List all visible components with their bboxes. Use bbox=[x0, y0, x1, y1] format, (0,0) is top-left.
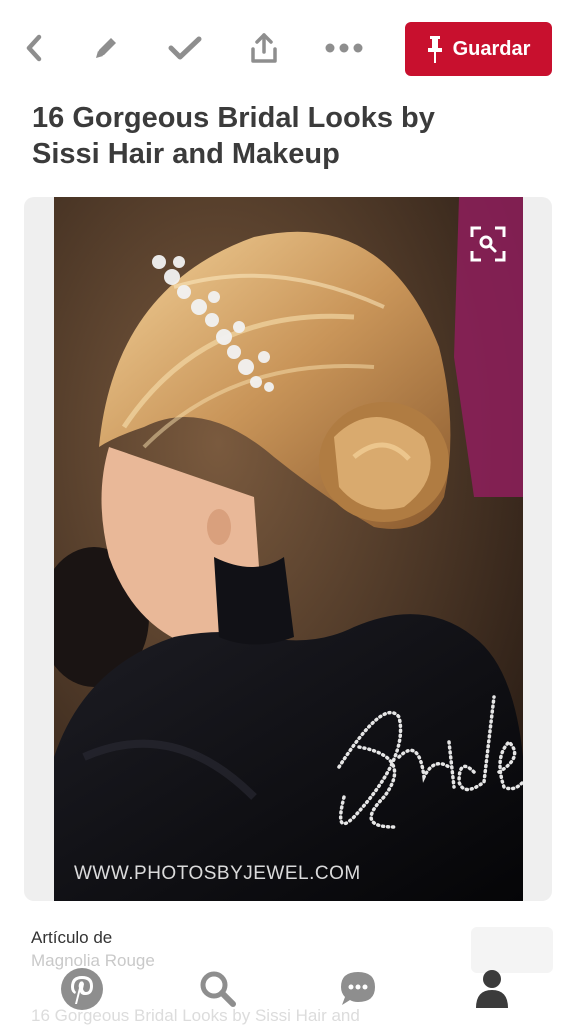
pin-title: 16 Gorgeous Bridal Looks by Sissi Hair a… bbox=[32, 102, 435, 170]
source-label: Artículo de bbox=[31, 928, 113, 947]
image-watermark: WWW.PHOTOSBYJEWEL.COM bbox=[74, 863, 361, 884]
pin-photo[interactable]: WWW.PHOTOSBYJEWEL.COM bbox=[54, 197, 523, 901]
pinterest-icon[interactable] bbox=[56, 963, 108, 1015]
check-icon[interactable] bbox=[163, 26, 207, 70]
top-toolbar: Guardar bbox=[0, 0, 576, 100]
save-button-label: Guardar bbox=[452, 37, 531, 60]
bottom-tab-bar bbox=[0, 955, 576, 1024]
pin-image-card[interactable]: WWW.PHOTOSBYJEWEL.COM bbox=[24, 197, 552, 901]
profile-icon[interactable] bbox=[466, 963, 518, 1015]
search-icon[interactable] bbox=[192, 963, 244, 1015]
visual-search-icon[interactable] bbox=[467, 223, 509, 265]
more-dots-icon[interactable] bbox=[322, 26, 366, 70]
share-icon[interactable] bbox=[242, 26, 286, 70]
chat-bubble-icon[interactable] bbox=[332, 963, 384, 1015]
pencil-icon[interactable] bbox=[84, 26, 128, 70]
pushpin-icon bbox=[427, 36, 442, 63]
save-button[interactable]: Guardar bbox=[405, 22, 552, 76]
chevron-left-icon[interactable] bbox=[12, 26, 56, 70]
